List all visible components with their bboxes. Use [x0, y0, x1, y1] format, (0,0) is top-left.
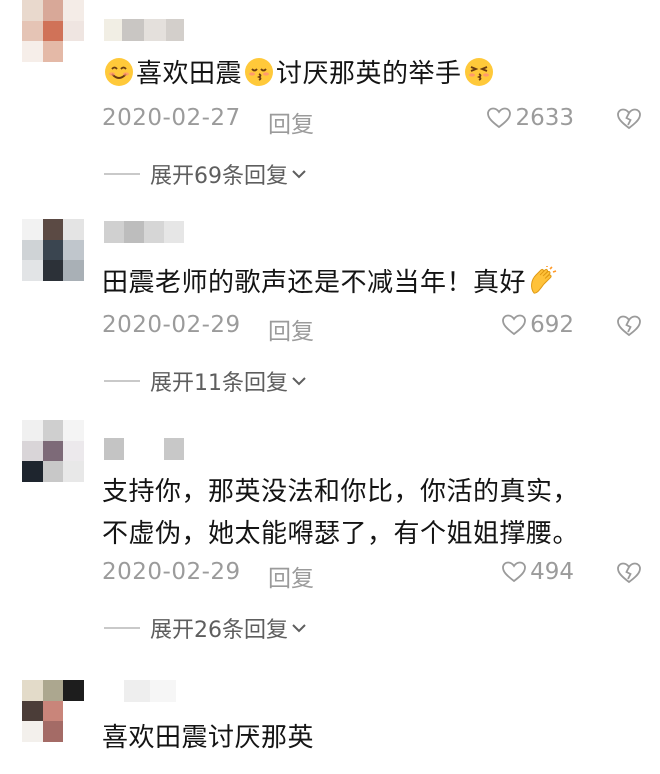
kiss-emoji — [245, 58, 274, 86]
avatar[interactable] — [22, 680, 84, 742]
heart-outline-icon — [502, 561, 526, 583]
comment-text: 喜欢田震讨厌那英 — [102, 714, 314, 762]
comment-date: 2020-02-29 — [102, 312, 241, 338]
like-count: 2633 — [515, 105, 574, 131]
comment-meta: 2020-02-29 回复 692 — [102, 308, 642, 348]
chevron-down-icon — [292, 170, 306, 179]
comment-text-part: 田震老师的歌声还是不减当年！真好 — [102, 268, 527, 298]
divider — [104, 173, 140, 175]
reply-button[interactable]: 回复 — [268, 105, 314, 139]
expand-replies-button[interactable]: 展开11条回复 — [104, 361, 307, 401]
comment-meta: 2020-02-27 回复 2633 — [102, 101, 642, 141]
comment-date: 2020-02-27 — [102, 105, 241, 131]
chevron-down-icon — [292, 624, 306, 633]
heart-outline-icon — [502, 314, 526, 336]
avatar[interactable] — [22, 420, 84, 482]
broken-heart-icon — [617, 562, 641, 584]
divider — [104, 380, 140, 382]
like-count: 692 — [530, 312, 574, 338]
avatar[interactable] — [22, 219, 84, 281]
expand-replies-button[interactable]: 展开69条回复 — [104, 154, 307, 194]
expand-replies-label: 展开69条回复 — [150, 164, 288, 189]
comment-text-line: 支持你，那英没法和你比，你活的真实， — [102, 477, 580, 507]
comment-text-part: 喜欢田震 — [136, 59, 243, 89]
expand-replies-label: 展开11条回复 — [150, 371, 288, 396]
like-button[interactable]: 494 — [501, 559, 574, 585]
like-button[interactable]: 692 — [501, 312, 574, 338]
username-blurred[interactable] — [104, 19, 184, 41]
chevron-down-icon — [292, 377, 306, 386]
kiss-wink-emoji — [464, 58, 493, 86]
reply-button[interactable]: 回复 — [268, 559, 314, 593]
like-button[interactable]: 2633 — [486, 105, 574, 131]
comment-text-line: 不虚伪，她太能嘚瑟了，有个姐姐撑腰。 — [102, 519, 580, 549]
heart-outline-icon — [487, 107, 512, 129]
dislike-button[interactable] — [616, 561, 642, 591]
comment-text: 喜欢田震 讨厌那英的举手 — [102, 50, 496, 98]
username-blurred[interactable] — [104, 438, 184, 460]
dislike-button[interactable] — [616, 314, 642, 344]
comment-text-part: 喜欢田震讨厌那英 — [102, 723, 315, 753]
reply-button[interactable]: 回复 — [268, 312, 314, 346]
username-blurred[interactable] — [104, 221, 184, 243]
broken-heart-icon — [617, 108, 641, 130]
expand-replies-label: 展开26条回复 — [150, 618, 288, 643]
dislike-button[interactable] — [616, 107, 642, 137]
comment-text: 支持你，那英没法和你比，你活的真实， 不虚伪，她太能嘚瑟了，有个姐姐撑腰。 — [102, 468, 579, 558]
comment-date: 2020-02-29 — [102, 559, 241, 585]
comment-text: 田震老师的歌声还是不减当年！真好 — [102, 259, 560, 307]
divider — [104, 627, 140, 629]
comment-text-part: 讨厌那英的举手 — [276, 59, 462, 89]
clapping-hands-emoji — [531, 266, 557, 294]
comment-meta: 2020-02-29 回复 494 — [102, 555, 642, 595]
expand-replies-button[interactable]: 展开26条回复 — [104, 608, 307, 648]
username-blurred[interactable] — [104, 680, 176, 702]
avatar[interactable] — [22, 0, 84, 62]
like-count: 494 — [530, 559, 574, 585]
smile-emoji — [105, 58, 133, 86]
broken-heart-icon — [617, 315, 641, 337]
